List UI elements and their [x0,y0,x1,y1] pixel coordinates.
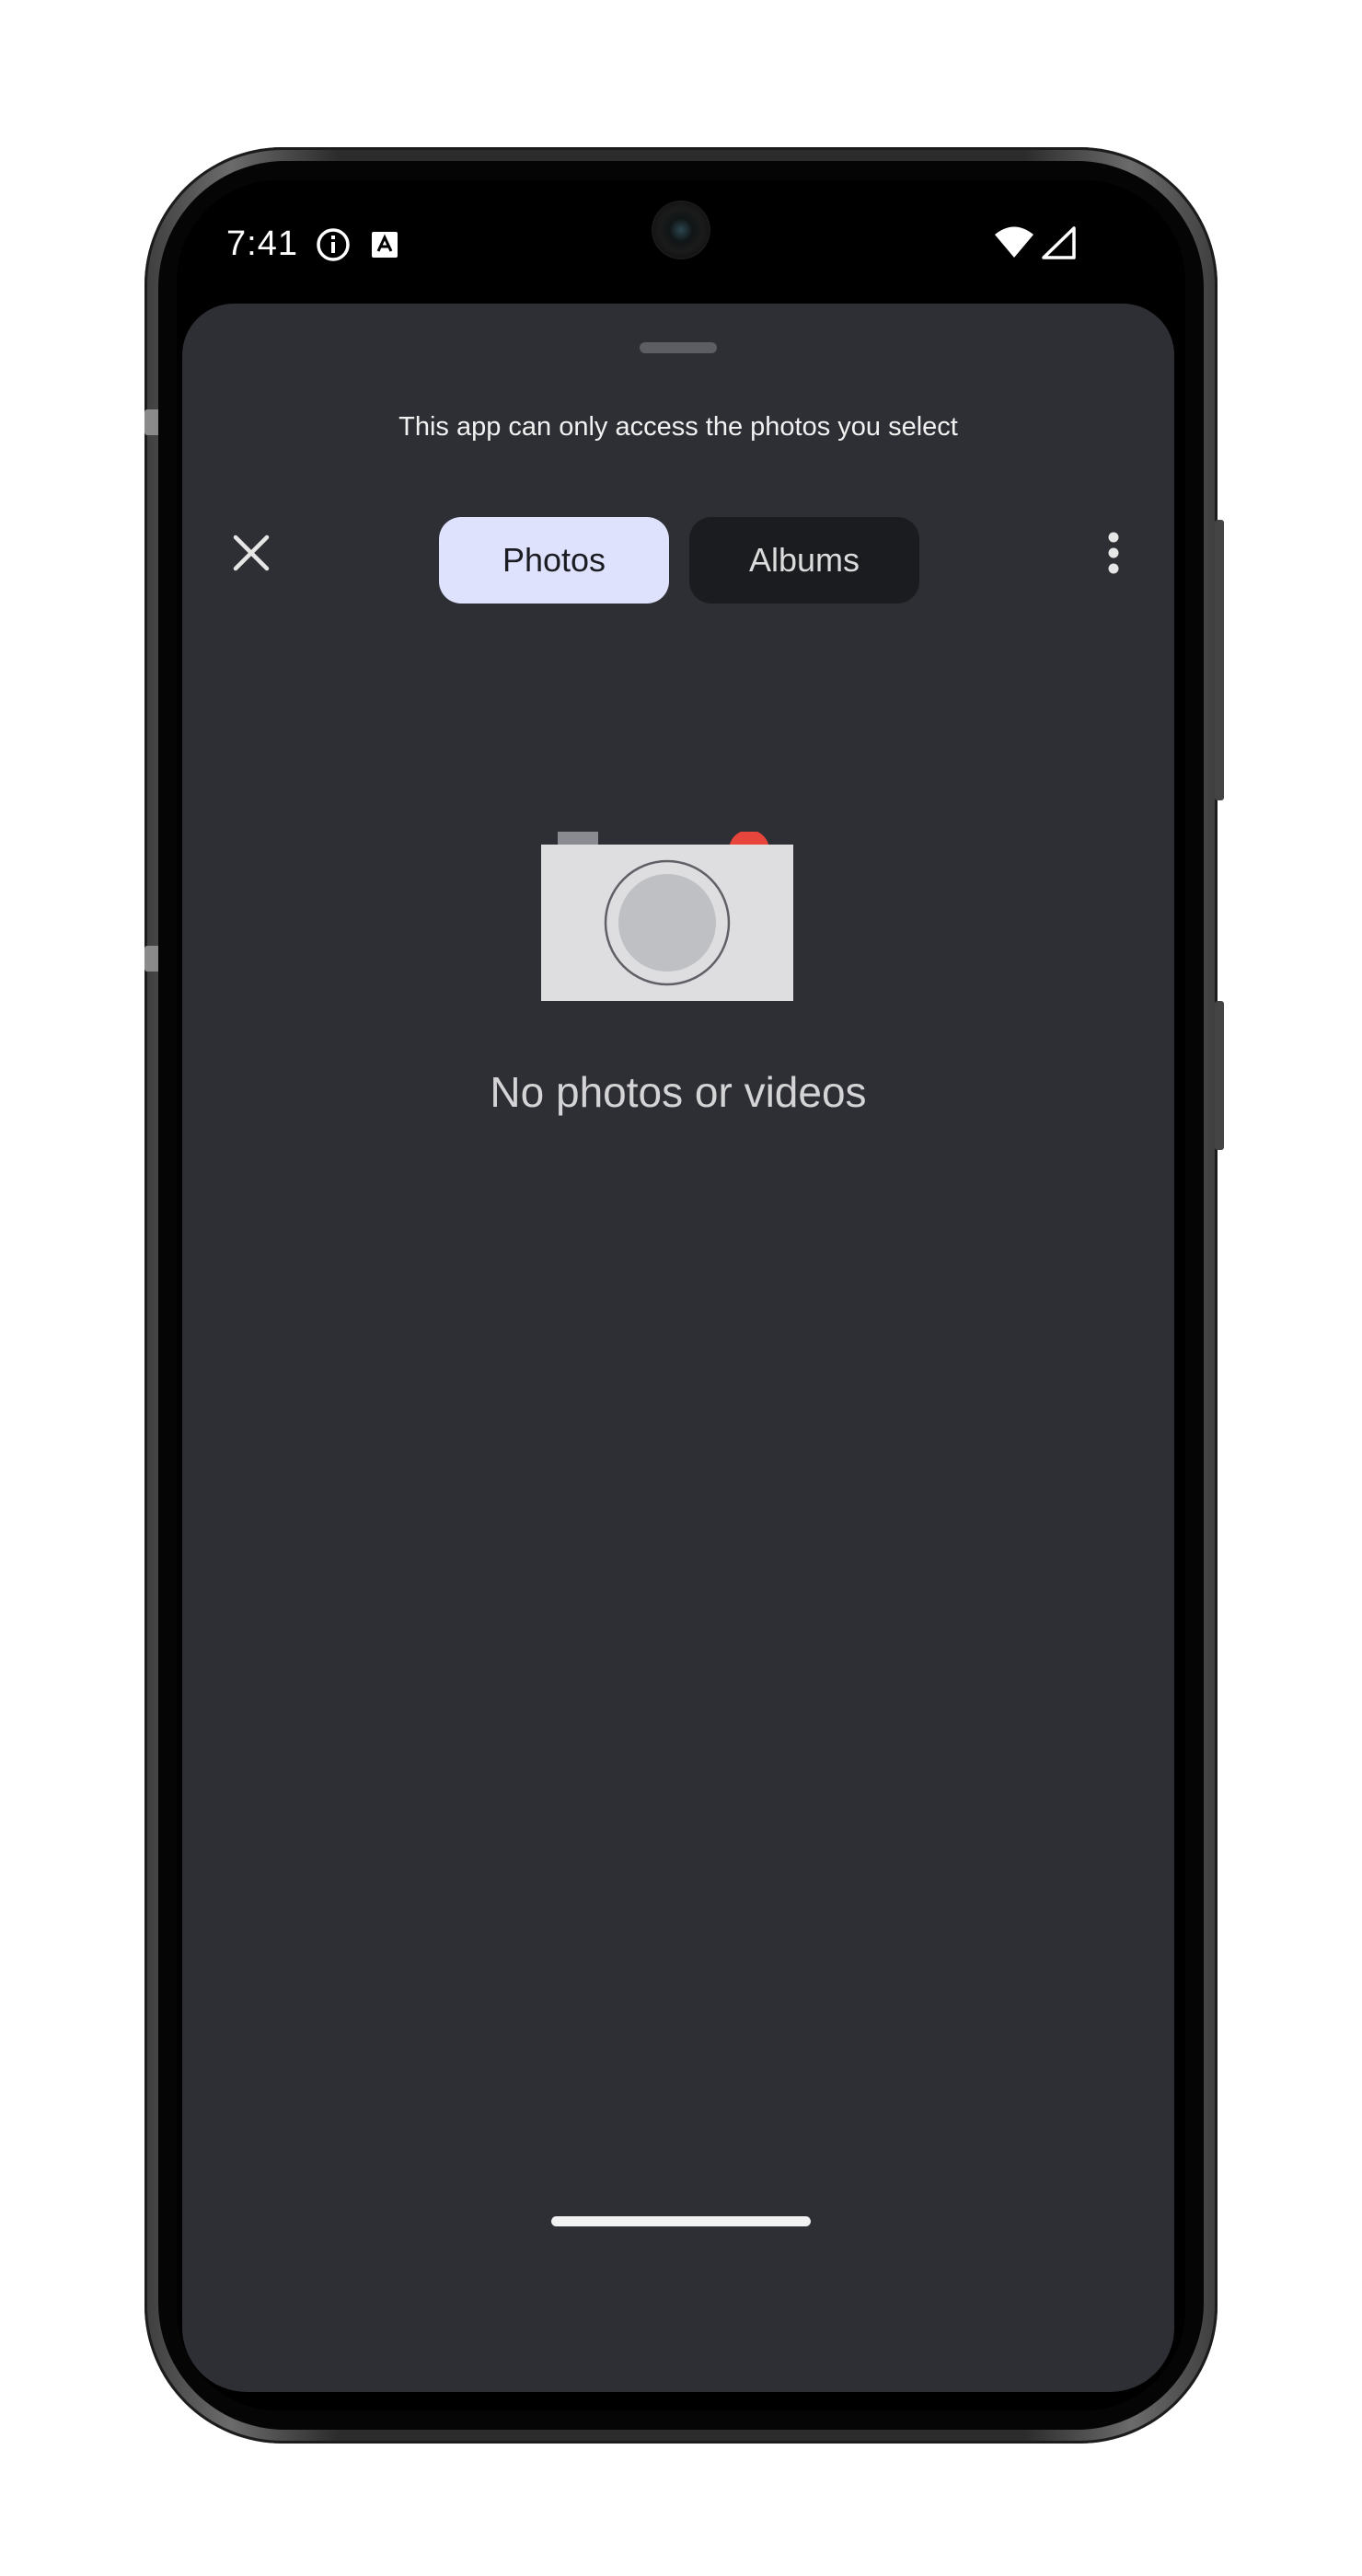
front-camera [653,202,709,258]
access-notice: This app can only access the photos you … [398,412,958,442]
tab-switcher: Photos Albums [439,517,919,604]
phone-screen: 7:41 This app can only access the photos… [177,180,1185,2410]
tab-albums-label: Albums [748,541,860,579]
more-options-button[interactable] [1086,523,1141,587]
camera-icon [541,830,817,1034]
power-button [1215,520,1224,800]
tab-albums[interactable]: Albums [689,517,919,604]
close-icon [232,534,271,577]
photo-picker-sheet: This app can only access the photos you … [182,304,1174,2392]
home-indicator[interactable] [551,2216,811,2226]
status-bar: 7:41 [177,180,1185,305]
wifi-icon [994,224,1034,264]
device-stage: 7:41 This app can only access the photos… [0,0,1362,2576]
accessibility-a-icon [372,232,398,262]
empty-state-message: No photos or videos [490,1068,867,1116]
more-vertical-icon [1107,532,1120,579]
close-button[interactable] [219,523,283,587]
cellular-signal-icon [1042,226,1077,264]
status-time: 7:41 [226,224,298,263]
drag-handle[interactable] [640,342,717,353]
tab-photos-label: Photos [502,541,606,579]
volume-button [1215,1001,1224,1150]
tab-photos[interactable]: Photos [439,517,669,604]
info-icon [315,226,352,268]
